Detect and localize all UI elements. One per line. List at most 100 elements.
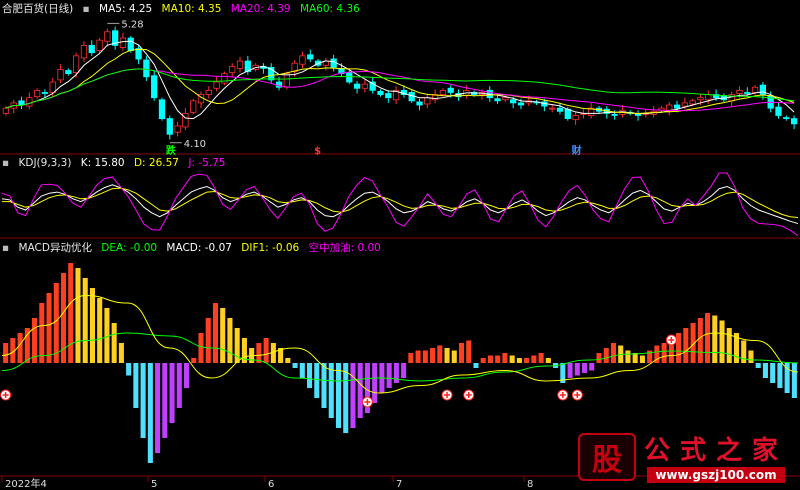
macd-bar xyxy=(458,343,465,363)
watermark-logo: 股 xyxy=(577,432,636,481)
candle xyxy=(182,112,189,128)
macd-bar xyxy=(118,343,124,363)
macd-bar xyxy=(46,293,52,363)
macd-bar xyxy=(285,358,291,363)
x-tick-label: 2022年4 xyxy=(5,477,47,490)
macd-bar xyxy=(205,318,211,363)
candle xyxy=(424,97,431,105)
candle xyxy=(88,44,95,54)
candle xyxy=(143,59,150,78)
macd-bar xyxy=(545,358,551,363)
candle xyxy=(775,106,782,116)
ma60-line xyxy=(5,68,795,109)
price-annotations: 5.28 4.10 跌 $ 财 xyxy=(107,19,582,157)
macd-bar xyxy=(104,308,110,363)
macd-bar xyxy=(791,363,797,398)
macd-bar xyxy=(393,363,399,383)
candle xyxy=(361,83,369,89)
macd-bar xyxy=(444,348,450,363)
candle xyxy=(416,101,423,106)
candle xyxy=(385,93,392,99)
candle xyxy=(673,104,681,109)
watermark: 股 公式之家 www.gszj100.com xyxy=(577,430,788,483)
macd-bar xyxy=(639,355,645,363)
candle xyxy=(158,99,166,120)
high-label: 5.28 xyxy=(121,19,143,30)
ma10-line xyxy=(5,48,795,114)
candle xyxy=(666,104,673,111)
macd-bar xyxy=(683,328,689,363)
candle xyxy=(439,89,447,95)
x-tick-label: 8 xyxy=(527,479,533,490)
macd-bar xyxy=(538,353,544,363)
candle xyxy=(283,73,290,88)
candle xyxy=(2,107,10,114)
macd-bar xyxy=(473,363,479,368)
candle xyxy=(213,81,220,89)
low-label: 4.10 xyxy=(184,139,206,150)
macd-bar xyxy=(451,350,457,363)
macd-bar xyxy=(147,363,153,463)
macd-bar xyxy=(191,358,197,363)
candle xyxy=(502,97,509,101)
macd-bar xyxy=(705,313,711,363)
macd-bar xyxy=(343,363,349,433)
candle xyxy=(229,65,236,73)
macd-bar xyxy=(162,363,168,438)
macd-bar xyxy=(17,333,23,363)
macd-bar xyxy=(307,363,313,388)
candle xyxy=(151,75,158,99)
candle xyxy=(73,55,80,73)
candle xyxy=(119,37,127,48)
candle xyxy=(353,83,361,89)
macd-bar xyxy=(567,363,573,378)
macd-bar xyxy=(661,343,667,363)
candle xyxy=(205,89,212,95)
macd-bar xyxy=(328,363,334,418)
macd-bar xyxy=(777,363,783,388)
candle xyxy=(33,89,41,98)
macd-bar xyxy=(466,340,472,363)
macd-bar xyxy=(524,358,530,363)
macd-bar xyxy=(408,353,414,363)
candle xyxy=(221,73,228,84)
candle xyxy=(190,100,197,113)
macd-bar xyxy=(574,363,580,376)
macd-bar xyxy=(596,353,602,363)
x-axis: 2022年4 5 6 7 8 xyxy=(1,476,533,490)
candle xyxy=(572,115,579,121)
macd-bar xyxy=(495,355,501,363)
candle xyxy=(564,108,571,120)
candle xyxy=(377,91,384,95)
candle xyxy=(681,102,688,107)
macd-bar xyxy=(314,363,320,398)
macd-bar xyxy=(762,363,768,378)
macd-bar xyxy=(401,363,407,378)
candle xyxy=(166,118,173,135)
macd-bar xyxy=(719,320,725,363)
macd-bar xyxy=(372,363,378,403)
stock-chart[interactable]: 5.28 4.10 跌 $ 财 2022年4 5 6 7 8 xyxy=(0,0,800,490)
macd-bar xyxy=(430,348,436,363)
macd-bar xyxy=(357,363,363,418)
candle xyxy=(447,87,454,93)
candle xyxy=(346,72,353,83)
macd-bar xyxy=(581,363,588,373)
candle xyxy=(299,55,306,65)
kdj-lines xyxy=(1,172,799,237)
candle xyxy=(96,39,103,52)
macd-bar xyxy=(220,308,226,363)
macd-bar xyxy=(516,358,522,363)
macd-bar xyxy=(89,288,95,363)
macd-bar xyxy=(487,355,493,363)
macd-bar xyxy=(75,268,81,363)
candle xyxy=(26,97,33,107)
candle xyxy=(611,114,618,116)
macd-bar xyxy=(676,333,682,363)
macd-bar xyxy=(755,363,761,368)
macd-bar xyxy=(335,363,342,428)
macd-bar xyxy=(531,355,537,363)
candle xyxy=(689,100,696,105)
candle xyxy=(80,44,88,59)
macd-bar xyxy=(39,303,45,363)
